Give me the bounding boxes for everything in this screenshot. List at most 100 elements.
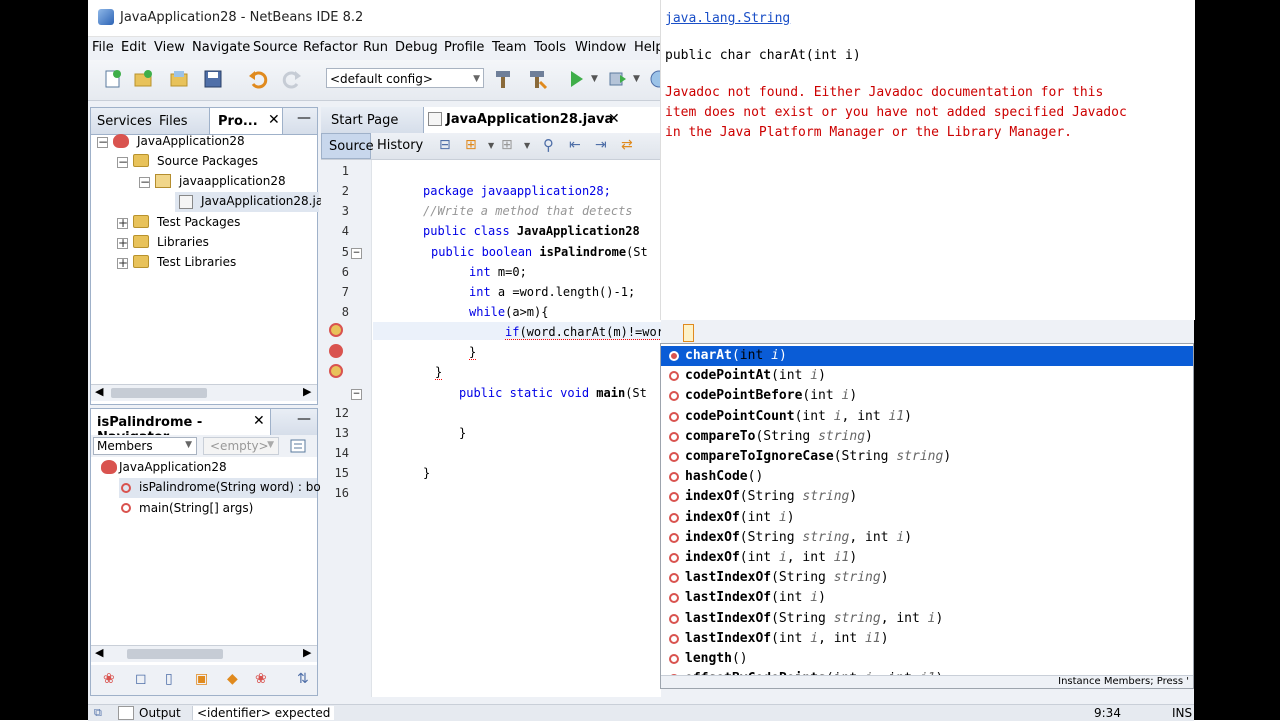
completion-item[interactable]: charAt(int i) xyxy=(661,346,1193,366)
collapse-icon[interactable]: − xyxy=(97,136,108,148)
tree-project[interactable]: JavaApplication28 xyxy=(137,134,245,148)
inherited-filter-icon[interactable]: ◆ xyxy=(227,671,238,687)
chevron-down-icon[interactable]: ▼ xyxy=(524,141,530,150)
menu-view[interactable]: View xyxy=(154,40,185,55)
completion-item[interactable]: indexOf(int i) xyxy=(661,508,1193,528)
debug-icon[interactable] xyxy=(606,68,628,90)
menu-team[interactable]: Team xyxy=(492,40,526,55)
scroll-right-icon[interactable]: ▶ xyxy=(303,646,311,659)
nonpublic-filter-icon[interactable]: ▯ xyxy=(165,671,173,687)
menu-profile[interactable]: Profile xyxy=(444,40,484,55)
chevron-down-icon[interactable]: ▼ xyxy=(488,141,494,150)
tab-services[interactable]: Services xyxy=(97,114,152,129)
clean-build-icon[interactable] xyxy=(526,68,548,90)
completion-item[interactable]: codePointBefore(int i) xyxy=(661,386,1193,406)
forward-icon[interactable]: ⊞ xyxy=(501,137,513,153)
members-select[interactable]: Members ▼ xyxy=(93,437,197,455)
menu-edit[interactable]: Edit xyxy=(121,40,146,55)
menu-window[interactable]: Window xyxy=(575,40,626,55)
expand-icon[interactable]: + xyxy=(117,257,128,269)
toggle-highlight-icon[interactable]: ⇄ xyxy=(621,137,633,153)
scroll-left-icon[interactable]: ◀ xyxy=(95,385,103,398)
nav-method-ispalindrome[interactable]: isPalindrome(String word) : boole xyxy=(139,480,339,494)
tree-java-file[interactable]: JavaApplication28.ja xyxy=(201,194,323,208)
close-icon[interactable]: ✕ xyxy=(268,112,280,128)
completion-item[interactable]: lastIndexOf(String string, int i) xyxy=(661,609,1193,629)
nav-class[interactable]: JavaApplication28 xyxy=(119,460,227,474)
menu-file[interactable]: File xyxy=(92,40,114,55)
build-hammer-icon[interactable] xyxy=(492,68,514,90)
menu-run[interactable]: Run xyxy=(363,40,388,55)
close-icon[interactable]: ✕ xyxy=(253,413,265,429)
lock-icon[interactable]: ▣ xyxy=(195,671,208,687)
completion-item[interactable]: compareTo(String string) xyxy=(661,427,1193,447)
redo-icon[interactable] xyxy=(281,68,303,90)
error-icon[interactable] xyxy=(329,344,343,358)
completion-item[interactable]: length() xyxy=(661,649,1193,669)
tab-java-file[interactable]: JavaApplication28.java ✕ xyxy=(423,107,661,133)
sort-icon[interactable]: ❀ xyxy=(255,671,267,687)
completion-item[interactable]: indexOf(String string) xyxy=(661,487,1193,507)
tree-package[interactable]: javaapplication28 xyxy=(179,174,286,188)
config-select[interactable]: <default config> ▼ xyxy=(326,68,484,88)
collapse-icon[interactable]: − xyxy=(117,156,128,168)
new-project-icon[interactable] xyxy=(132,68,154,90)
tab-files[interactable]: Files xyxy=(159,114,188,129)
completion-item[interactable]: hashCode() xyxy=(661,467,1193,487)
back-icon[interactable]: ⊞ xyxy=(465,137,477,153)
javadoc-class-link[interactable]: java.lang.String xyxy=(665,11,790,26)
fold-icon[interactable]: − xyxy=(351,248,362,259)
history-view-button[interactable]: History xyxy=(377,138,423,153)
tab-start-page[interactable]: Start Page xyxy=(331,113,398,128)
hint-error-icon[interactable] xyxy=(329,364,343,378)
completion-item[interactable]: compareToIgnoreCase(String string) xyxy=(661,447,1193,467)
tree-source-packages[interactable]: Source Packages xyxy=(157,154,258,168)
menu-tools[interactable]: Tools xyxy=(534,40,566,55)
navigator-horizontal-scrollbar[interactable]: ◀ ▶ xyxy=(91,645,317,662)
close-icon[interactable]: ✕ xyxy=(608,111,620,127)
minimize-icon[interactable]: — xyxy=(297,110,311,126)
hint-error-icon[interactable] xyxy=(329,323,343,337)
code-area[interactable]: package javaapplication28; //Write a met… xyxy=(373,160,661,697)
tree-libraries[interactable]: Libraries xyxy=(157,235,209,249)
menu-source[interactable]: Source xyxy=(253,40,298,55)
filter-list-icon[interactable] xyxy=(289,437,307,455)
completion-item[interactable]: codePointAt(int i) xyxy=(661,366,1193,386)
expand-icon[interactable]: + xyxy=(117,237,128,249)
completion-item[interactable]: indexOf(int i, int i1) xyxy=(661,548,1193,568)
completion-item[interactable]: codePointCount(int i, int i1) xyxy=(661,407,1193,427)
debug-dropdown-icon[interactable]: ▼ xyxy=(633,74,640,84)
menu-navigate[interactable]: Navigate xyxy=(192,40,250,55)
tab-projects[interactable]: Pro... ✕ xyxy=(209,108,283,134)
static-filter-icon[interactable]: ◻ xyxy=(135,671,147,687)
tab-navigator[interactable]: isPalindrome - Navigator ✕ xyxy=(91,409,271,445)
save-all-icon[interactable] xyxy=(202,68,224,90)
menu-refactor[interactable]: Refactor xyxy=(303,40,358,55)
last-edit-icon[interactable]: ⊟ xyxy=(439,137,451,153)
completion-item[interactable]: lastIndexOf(String string) xyxy=(661,568,1193,588)
completion-item[interactable]: lastIndexOf(int i, int i1) xyxy=(661,629,1193,649)
source-view-button[interactable]: Source xyxy=(321,133,374,159)
run-icon[interactable] xyxy=(565,68,587,90)
find-icon[interactable]: ⚲ xyxy=(543,136,554,154)
empty-select[interactable]: <empty> ▼ xyxy=(203,437,279,455)
completion-item[interactable]: lastIndexOf(int i) xyxy=(661,588,1193,608)
undo-icon[interactable] xyxy=(247,68,269,90)
projects-horizontal-scrollbar[interactable]: ◀ ▶ xyxy=(91,384,317,401)
scroll-right-icon[interactable]: ▶ xyxy=(303,385,311,398)
sort-order-icon[interactable]: ⇅ xyxy=(297,671,309,687)
completion-item[interactable]: indexOf(String string, int i) xyxy=(661,528,1193,548)
tree-test-packages[interactable]: Test Packages xyxy=(157,215,240,229)
menu-debug[interactable]: Debug xyxy=(395,40,438,55)
scroll-left-icon[interactable]: ◀ xyxy=(95,646,103,659)
scroll-thumb[interactable] xyxy=(111,388,207,398)
open-project-icon[interactable] xyxy=(168,68,190,90)
minimize-icon[interactable]: — xyxy=(297,411,311,427)
tree-test-libraries[interactable]: Test Libraries xyxy=(157,255,236,269)
collapse-icon[interactable]: − xyxy=(139,176,150,188)
fields-filter-icon[interactable]: ❀ xyxy=(103,671,115,687)
output-tab[interactable]: Output xyxy=(139,706,181,720)
scroll-thumb[interactable] xyxy=(127,649,223,659)
expand-icon[interactable]: + xyxy=(117,217,128,229)
run-dropdown-icon[interactable]: ▼ xyxy=(591,74,598,84)
